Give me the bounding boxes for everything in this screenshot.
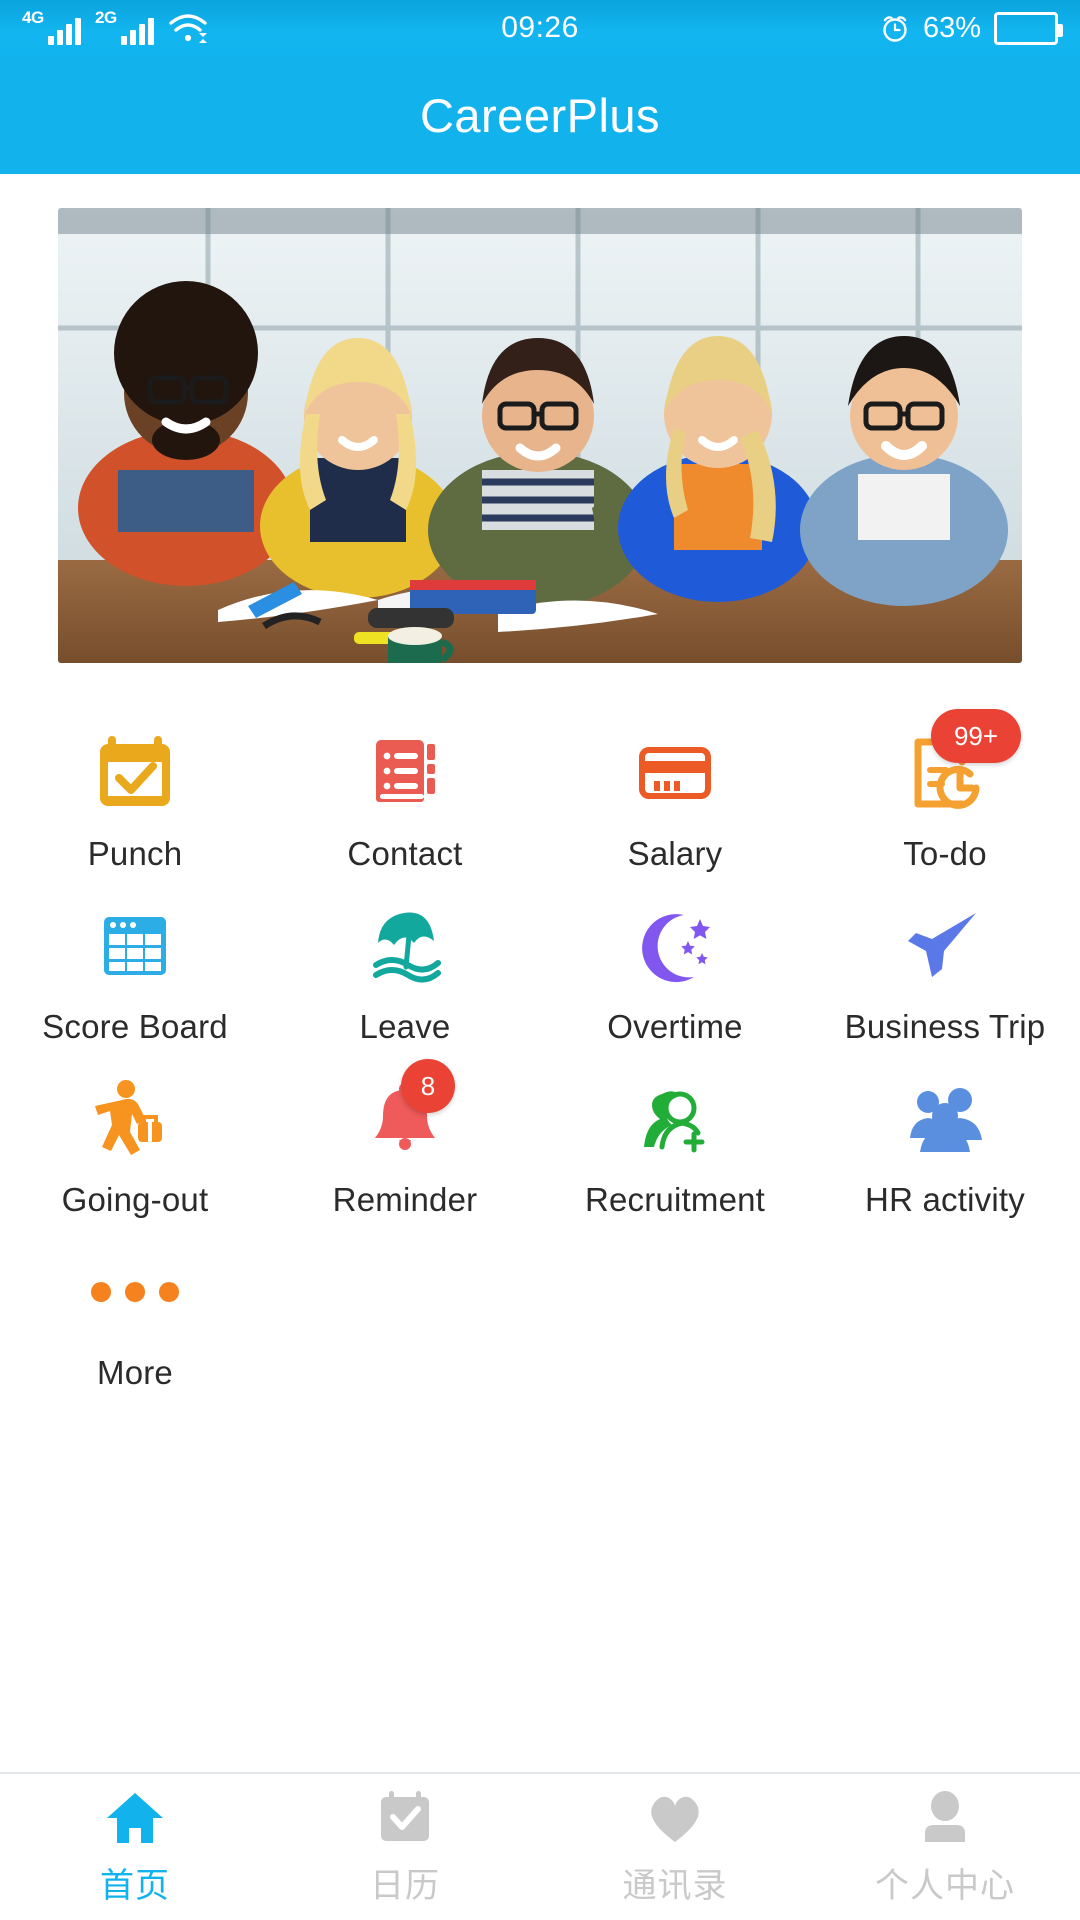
grid-item-label: Score Board	[42, 1008, 228, 1045]
grid-item-label: Leave	[359, 1008, 451, 1045]
grid-item-reminder[interactable]: 8 Reminder	[270, 1059, 540, 1238]
calendar-check-icon	[375, 1787, 435, 1849]
status-badge: 99+	[931, 709, 1021, 763]
people-group-icon	[897, 1071, 993, 1167]
grid-item-label: Reminder	[332, 1181, 478, 1218]
address-book-icon	[357, 725, 453, 821]
grid-item-empty	[270, 1238, 540, 1411]
grid-item-more[interactable]: More	[0, 1238, 270, 1411]
beach-umbrella-icon	[357, 898, 453, 994]
task-clock-icon: 99+	[897, 709, 1021, 821]
traveler-icon	[87, 1071, 183, 1167]
grid-item-score-board[interactable]: Score Board	[0, 892, 270, 1065]
signal-bars	[48, 18, 81, 45]
grid-item-contact[interactable]: Contact	[270, 719, 540, 892]
clock-time: 09:26	[501, 11, 579, 44]
grid-item-business-trip[interactable]: Business Trip	[810, 892, 1080, 1065]
grid-item-label: Contact	[347, 835, 463, 872]
signal-strength-4g-icon: 4G	[22, 8, 81, 45]
person-icon	[915, 1787, 975, 1849]
grid-item-hr-activity[interactable]: HR activity	[810, 1065, 1080, 1238]
moon-stars-icon	[627, 898, 723, 994]
battery-icon	[994, 11, 1063, 45]
signal-4g-label: 4G	[22, 8, 44, 27]
grid-item-punch[interactable]: Punch	[0, 719, 270, 892]
grid-item-empty	[540, 1238, 810, 1411]
tab-profile[interactable]: 个人中心	[810, 1774, 1080, 1920]
grid-item-label: Going-out	[61, 1181, 209, 1218]
wifi-icon	[168, 11, 208, 45]
heart-icon	[645, 1787, 705, 1849]
grid-item-recruitment[interactable]: Recruitment	[540, 1065, 810, 1238]
spreadsheet-icon	[87, 898, 183, 994]
tab-label: 通讯录	[622, 1867, 728, 1905]
alarm-clock-icon	[880, 13, 910, 43]
battery-percentage: 63%	[922, 11, 981, 44]
signal-bars	[121, 18, 154, 45]
app-header: CareerPlus	[0, 56, 1080, 174]
status-bar: 4G 2G 09:26 63%	[0, 0, 1080, 56]
grid-item-label: Salary	[627, 835, 723, 872]
credit-card-icon	[627, 725, 723, 821]
banner-section	[0, 174, 1080, 663]
tab-label: 个人中心	[875, 1867, 1015, 1905]
bottom-navigation: 首页 日历 通讯录 个人中心	[0, 1772, 1080, 1920]
tab-home[interactable]: 首页	[0, 1774, 270, 1920]
grid-item-to-do[interactable]: 99+ To-do	[810, 709, 1080, 892]
grid-item-leave[interactable]: Leave	[270, 892, 540, 1065]
home-icon	[105, 1787, 165, 1849]
tab-calendar[interactable]: 日历	[270, 1774, 540, 1920]
status-badge: 8	[401, 1059, 455, 1113]
calendar-check-icon	[87, 725, 183, 821]
status-bar-right: 63%	[880, 11, 1063, 45]
grid-item-label: Punch	[87, 835, 183, 872]
grid-item-overtime[interactable]: Overtime	[540, 892, 810, 1065]
signal-strength-2g-icon: 2G	[95, 8, 154, 45]
tab-label: 首页	[100, 1867, 170, 1905]
signal-2g-label: 2G	[95, 8, 117, 27]
person-add-icon	[627, 1071, 723, 1167]
grid-item-label: Overtime	[607, 1008, 743, 1045]
ellipsis-icon	[87, 1244, 183, 1340]
grid-item-label: To-do	[903, 835, 987, 872]
grid-item-salary[interactable]: Salary	[540, 719, 810, 892]
status-bar-left: 4G 2G	[22, 8, 208, 45]
tab-contacts[interactable]: 通讯录	[540, 1774, 810, 1920]
banner-image[interactable]	[58, 208, 1022, 663]
grid-item-label: HR activity	[865, 1181, 1025, 1218]
grid-item-label: Recruitment	[584, 1181, 766, 1218]
airplane-icon	[897, 898, 993, 994]
grid-item-label: Business Trip	[844, 1008, 1046, 1045]
grid-item-label: More	[97, 1354, 173, 1391]
grid-item-empty	[810, 1238, 1080, 1411]
app-shortcut-grid: Punch Contact Salary 99+ To-do Score Boa…	[0, 663, 1080, 1411]
tab-label: 日历	[370, 1867, 440, 1905]
page-title: CareerPlus	[419, 88, 661, 142]
bell-icon: 8	[357, 1059, 455, 1167]
grid-item-going-out[interactable]: Going-out	[0, 1065, 270, 1238]
